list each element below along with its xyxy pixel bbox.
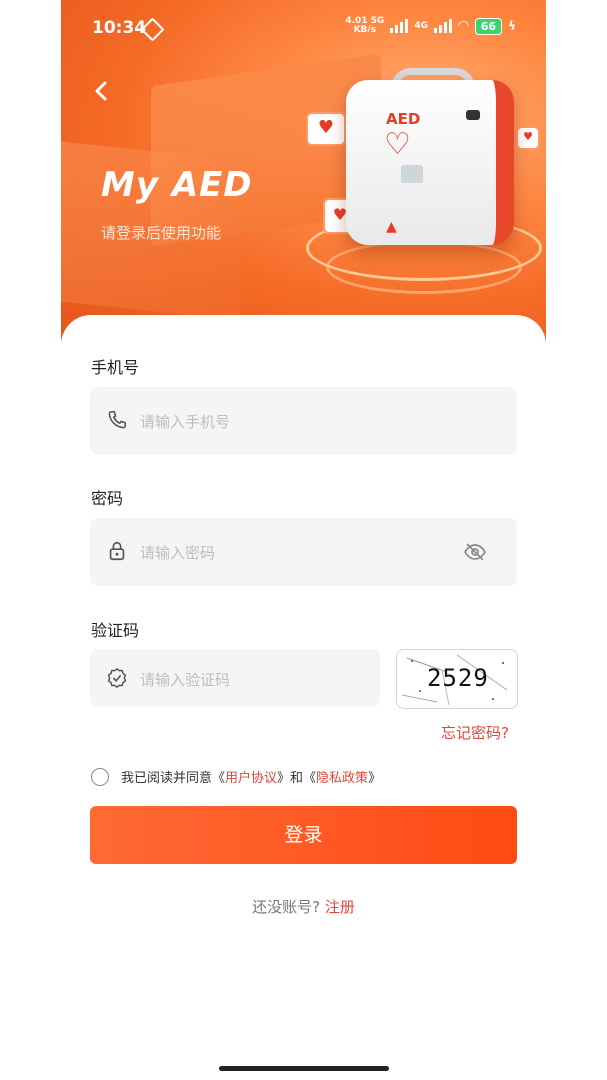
agree-radio[interactable] (91, 767, 109, 786)
charging-icon: ϟ (508, 19, 516, 33)
login-button[interactable]: 登录 (90, 806, 517, 864)
platform-ring (326, 240, 522, 294)
network-type: 4G (414, 21, 428, 31)
signal-icon (433, 19, 452, 33)
app-title: My AED (101, 165, 253, 205)
status-indicators: 4.01 5G KB/s 4G ◠ 66 ϟ (345, 17, 516, 35)
captcha-noise (411, 660, 413, 662)
password-input[interactable]: 请输入密码 (90, 518, 517, 586)
register-link[interactable]: 注册 (325, 898, 355, 916)
device-screen (401, 165, 423, 183)
privacy-policy-link[interactable]: 隐私政策 (316, 767, 368, 786)
captcha-noise (492, 698, 494, 700)
phone-input[interactable]: 请输入手机号 (90, 387, 517, 455)
eye-off-icon[interactable] (463, 541, 487, 563)
network-speed: 4.01 5G KB/s (345, 16, 385, 35)
arrow-up-icon: ▲ (386, 219, 397, 235)
no-account-text: 还没账号? (252, 898, 321, 916)
hero-banner: 10:34 4.01 5G KB/s 4G ◠ 66 ϟ My AED 请登录后… (61, 0, 546, 345)
wifi-icon: ◠ (457, 18, 469, 34)
captcha-placeholder: 请输入验证码 (140, 671, 231, 689)
captcha-noise (502, 662, 504, 664)
phone-icon (108, 410, 127, 429)
register-row: 还没账号? 注册 (61, 896, 546, 917)
chevron-left-icon (95, 81, 107, 101)
captcha-noise (419, 690, 421, 692)
captcha-input[interactable]: 请输入验证码 (90, 649, 380, 707)
agree-prefix: 我已阅读并同意《 (121, 771, 226, 786)
home-indicator[interactable] (219, 1066, 389, 1071)
captcha-code: 2529 (427, 664, 489, 692)
app-subtitle: 请登录后使用功能 (101, 224, 222, 242)
forgot-password-link[interactable]: 忘记密码? (441, 722, 509, 743)
heart-card-icon: ♥ (306, 112, 346, 146)
password-placeholder: 请输入密码 (140, 544, 216, 562)
device-label: AED (386, 110, 421, 128)
password-label: 密码 (91, 489, 124, 508)
status-bar: 10:34 4.01 5G KB/s 4G ◠ 66 ϟ (61, 0, 546, 56)
phone-screen: 10:34 4.01 5G KB/s 4G ◠ 66 ϟ My AED 请登录后… (61, 0, 546, 1080)
phone-placeholder: 请输入手机号 (140, 413, 231, 431)
lock-icon (109, 541, 125, 561)
user-agreement-link[interactable]: 用户协议 (225, 767, 277, 786)
signal-icon (390, 19, 409, 33)
aed-device-illustration: AED ♡ ▲ (346, 80, 514, 245)
heart-card-icon: ♥ (516, 126, 540, 150)
battery-icon: 66 (474, 17, 503, 35)
back-button[interactable] (93, 80, 109, 107)
heart-icon: ♡ (384, 127, 411, 162)
phone-label: 手机号 (91, 358, 140, 377)
agree-mid: 》和《 (277, 771, 317, 786)
agree-suffix: 》 (368, 771, 382, 786)
verified-badge-icon (107, 668, 127, 688)
captcha-image[interactable]: 2529 (396, 649, 518, 709)
captcha-label: 验证码 (91, 621, 140, 640)
device-indicator (466, 110, 480, 120)
status-time: 10:34 (92, 18, 147, 38)
agreement-row: 我已阅读并同意《 用户协议 》和《 隐私政策》 (91, 767, 381, 786)
